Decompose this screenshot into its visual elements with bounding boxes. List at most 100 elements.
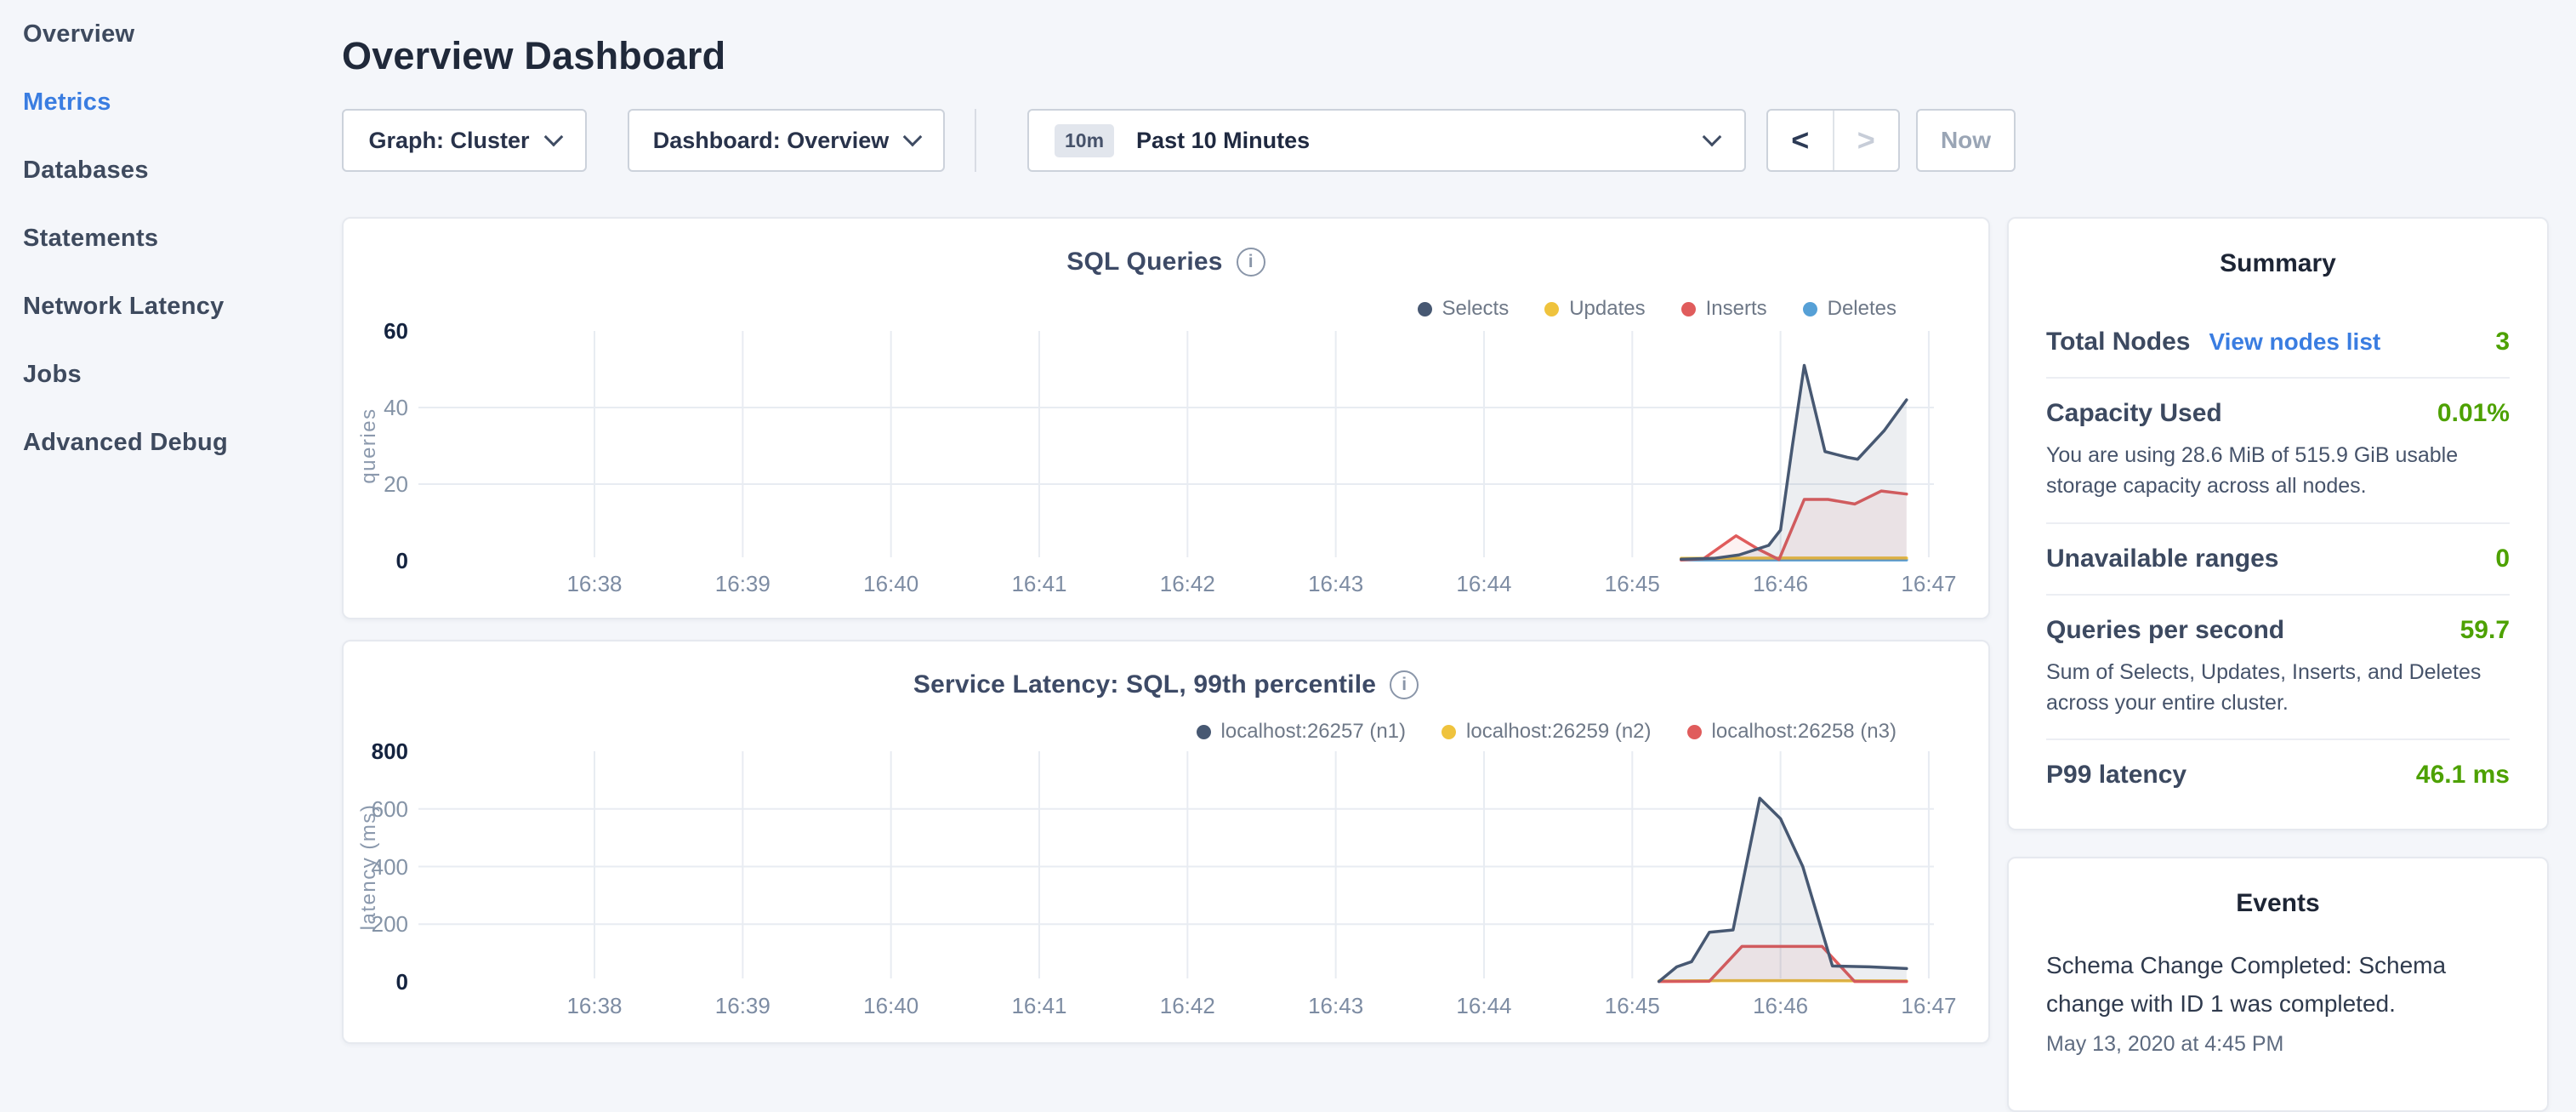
x-axis-tick-label: 16:40 [832,571,951,597]
page-title: Overview Dashboard [342,34,725,78]
summary-row-value: 3 [2495,328,2510,356]
x-axis-tick-label: 16:44 [1424,993,1544,1019]
time-step-buttons: < > [1766,109,1900,172]
summary-panel: Summary Total Nodes View nodes list 3 Capac… [2007,217,2549,830]
legend-label: Selects [1442,297,1510,321]
graph-scope-dropdown[interactable]: Graph: Cluster [342,109,587,172]
legend-label: Updates [1569,297,1645,321]
sidebar-item-metrics[interactable]: Metrics [0,68,332,136]
legend-label: Deletes [1828,297,1896,321]
x-axis-tick-label: 16:38 [535,571,654,597]
x-axis-tick-label: 16:47 [1869,993,1988,1019]
chevron-down-icon [903,128,923,147]
x-axis-tick-label: 16:43 [1277,571,1396,597]
view-nodes-list-link[interactable]: View nodes list [2209,328,2380,356]
summary-row-label: Capacity Used [2046,399,2222,428]
x-axis-tick-label: 16:46 [1721,571,1840,597]
sidebar-item-network-latency[interactable]: Network Latency [0,272,332,340]
summary-row-label: Total Nodes [2046,328,2190,356]
summary-row: Total Nodes View nodes list 3 [2046,307,2510,377]
event-timestamp: May 13, 2020 at 4:45 PM [2046,1032,2510,1057]
sidebar-item-statements[interactable]: Statements [0,204,332,272]
legend-dot-icon [1681,302,1696,316]
summary-row-value: 46.1 ms [2416,761,2510,790]
legend-item: Updates [1544,297,1645,321]
sidebar-item-overview[interactable]: Overview [0,0,332,68]
summary-row-value: 59.7 [2460,616,2510,645]
summary-row: Unavailable ranges 0 [2046,522,2510,594]
x-axis-tick-label: 16:47 [1869,571,1988,597]
x-axis-tick-label: 16:45 [1572,993,1692,1019]
y-axis-tick-label: 60 [344,318,408,345]
x-axis-tick-label: 16:39 [683,571,802,597]
summary-row: Capacity Used 0.01% You are using 28.6 MiB… [2046,377,2510,522]
x-axis-tick-label: 16:44 [1424,571,1544,597]
series-area-Selects [1681,366,1907,562]
legend-item: localhost:26257 (n1) [1197,720,1406,744]
x-axis-tick-label: 16:42 [1128,993,1247,1019]
chart-plot-area[interactable] [344,642,1992,1046]
y-axis-tick-label: 0 [344,548,408,574]
summary-row-label: P99 latency [2046,761,2186,790]
x-axis-tick-label: 16:45 [1572,571,1692,597]
legend-label: localhost:26257 (n1) [1221,720,1406,744]
sidebar-item-databases[interactable]: Databases [0,136,332,204]
legend-dot-icon [1687,725,1702,739]
x-axis-tick-label: 16:43 [1277,993,1396,1019]
legend-dot-icon [1418,302,1432,316]
summary-row: Queries per second 59.7 Sum of Selects, Up… [2046,594,2510,739]
chevron-left-icon: < [1791,123,1809,158]
x-axis-tick-label: 16:40 [832,993,951,1019]
event-text[interactable]: Schema Change Completed: Schema change w… [2046,947,2465,1024]
legend-label: localhost:26259 (n2) [1466,720,1651,744]
summary-row: P99 latency 46.1 ms [2046,738,2510,810]
legend-dot-icon [1803,302,1817,316]
chevron-down-icon [543,128,563,147]
x-axis-tick-label: 16:41 [980,993,1099,1019]
time-range-badge: 10m [1055,124,1114,157]
sidebar-nav: OverviewMetricsDatabasesStatementsNetwor… [0,0,332,476]
summary-row-label: Queries per second [2046,616,2284,645]
legend-dot-icon [1442,725,1456,739]
x-axis-tick-label: 16:41 [980,571,1099,597]
legend-item: Inserts [1681,297,1767,321]
events-title: Events [2046,889,2510,918]
chart-legend: localhost:26257 (n1) localhost:26259 (n2)… [1197,720,1896,744]
x-axis-tick-label: 16:46 [1721,993,1840,1019]
x-axis-tick-label: 16:42 [1128,571,1247,597]
legend-item: Deletes [1803,297,1896,321]
sidebar-item-advanced-debug[interactable]: Advanced Debug [0,408,332,476]
chevron-right-icon: > [1857,123,1875,158]
summary-title: Summary [2046,249,2510,278]
prev-timeframe-button[interactable]: < [1768,111,1834,170]
time-range-dropdown[interactable]: 10m Past 10 Minutes [1027,109,1746,172]
dashboard-dropdown[interactable]: Dashboard: Overview [628,109,945,172]
next-timeframe-button[interactable]: > [1834,111,1899,170]
service-latency-chart-card: Service Latency: SQL, 99th percentile i … [342,640,1990,1044]
chart-legend: Selects Updates Inserts Deletes [1418,297,1897,321]
now-button-label: Now [1941,127,1991,154]
summary-row-value: 0 [2495,545,2510,573]
summary-row-label: Unavailable ranges [2046,545,2278,573]
summary-row-description: You are using 28.6 MiB of 515.9 GiB usab… [2046,440,2510,502]
legend-item: localhost:26259 (n2) [1442,720,1651,744]
now-button[interactable]: Now [1916,109,2016,172]
y-axis-tick-label: 800 [344,738,408,765]
sidebar-item-jobs[interactable]: Jobs [0,340,332,408]
summary-row-value: 0.01% [2437,399,2510,428]
x-axis-tick-label: 16:38 [535,993,654,1019]
chevron-down-icon [1703,128,1722,147]
chart-plot-area[interactable] [344,219,1992,621]
legend-item: localhost:26258 (n3) [1687,720,1896,744]
x-axis-tick-label: 16:39 [683,993,802,1019]
events-panel: Events Schema Change Completed: Schema c… [2007,857,2549,1112]
legend-label: localhost:26258 (n3) [1712,720,1896,744]
sql-queries-chart-card: SQL Queries i 020406016:3816:3916:4016:4… [342,217,1990,619]
graph-scope-label: Graph: Cluster [368,128,529,154]
y-axis-tick-label: 0 [344,969,408,995]
toolbar-divider [975,109,976,172]
legend-item: Selects [1418,297,1510,321]
y-axis-title: latency (ms) [357,803,381,930]
summary-row-description: Sum of Selects, Updates, Inserts, and De… [2046,657,2510,719]
legend-dot-icon [1197,725,1211,739]
